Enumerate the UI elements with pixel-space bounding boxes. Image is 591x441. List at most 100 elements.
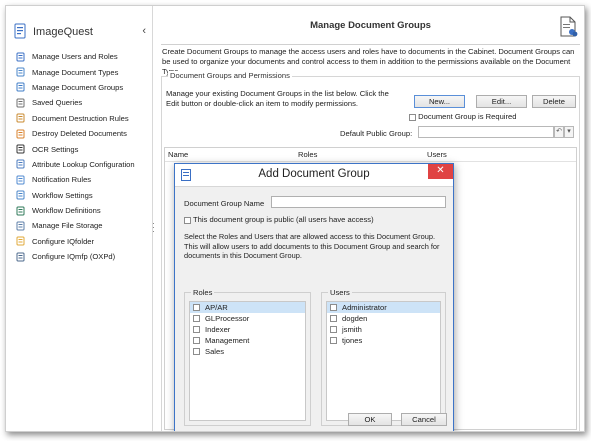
workflow-definitions-icon [16,206,26,216]
iqfolder-icon [16,236,26,246]
sidebar-item-destroy-documents[interactable]: Destroy Deleted Documents [16,126,150,141]
destroy-documents-icon [16,129,26,139]
user-list-item[interactable]: dogden [327,313,440,324]
sidebar: ImageQuest ‹ Manage Users and Roles Manag… [6,6,153,431]
role-label: AP/AR [205,303,228,312]
header-divider [161,44,580,45]
delete-button[interactable]: Delete [532,95,576,108]
page-title: Manage Document Groups [310,20,431,31]
role-checkbox[interactable] [193,304,200,311]
public-label: This document group is public (all users… [192,215,374,224]
attribute-lookup-icon [16,159,26,169]
group-name-input[interactable] [271,196,446,208]
sidebar-item-label: Manage File Storage [32,221,103,231]
sidebar-item-label: Saved Queries [32,98,83,108]
ok-button[interactable]: OK [348,413,392,426]
group-box-legend: Document Groups and Permissions [168,71,292,80]
sidebar-item-label: Manage Users and Roles [32,52,118,62]
role-list-item[interactable]: AP/AR [190,302,305,313]
collapse-sidebar-icon[interactable]: ‹ [142,25,146,37]
user-label: dogden [342,314,368,323]
cancel-button[interactable]: Cancel [401,413,447,426]
sidebar-item-document-types[interactable]: Manage Document Types [16,64,150,79]
document-types-icon [16,67,26,77]
user-list-item[interactable]: tjones [327,335,440,346]
document-groups-header-icon [560,16,578,37]
user-checkbox[interactable] [330,315,337,322]
roles-fieldset: Roles AP/AR GLProcessor Indexer Management S… [184,288,311,426]
reset-icon[interactable]: ↶ [554,126,564,138]
role-checkbox[interactable] [193,326,200,333]
sidebar-item-users[interactable]: Manage Users and Roles [16,49,150,64]
column-header-users[interactable]: Users [427,150,447,159]
sidebar-item-label: Configure IQfolder [32,236,95,246]
user-label: Administrator [342,303,387,312]
user-checkbox[interactable] [330,337,337,344]
destruction-rules-icon [16,113,26,123]
users-fieldset: Users Administrator dogden jsmith tjones [321,288,446,426]
instructions-text: Manage your existing Document Groups in … [166,89,389,108]
sidebar-item-file-storage[interactable]: Manage File Storage [16,218,150,233]
sidebar-item-label: Destroy Deleted Documents [32,129,127,139]
user-label: tjones [342,336,363,345]
role-checkbox[interactable] [193,315,200,322]
dialog-titlebar: Add Document Group ✕ [175,164,453,187]
user-checkbox[interactable] [330,304,337,311]
workflow-settings-icon [16,190,26,200]
sidebar-item-label: Workflow Settings [32,190,93,200]
role-list-item[interactable]: Indexer [190,324,305,335]
group-name-label: Document Group Name [184,199,265,208]
imagequest-logo-icon [14,23,26,39]
sidebar-item-notification[interactable]: Notification Rules [16,172,150,187]
sidebar-item-saved-queries[interactable]: Saved Queries [16,95,150,110]
sidebar-item-label: Configure IQmfp (OXPd) [32,252,116,262]
sidebar-item-workflow-definitions[interactable]: Workflow Definitions [16,203,150,218]
roles-list: AP/AR GLProcessor Indexer Management Sales [189,301,306,421]
users-legend: Users [328,288,352,297]
column-header-name[interactable]: Name [168,150,188,159]
close-icon[interactable]: ✕ [428,164,453,179]
sidebar-item-iqfolder[interactable]: Configure IQfolder [16,234,150,249]
role-list-item[interactable]: GLProcessor [190,313,305,324]
sidebar-item-attribute-lookup[interactable]: Attribute Lookup Configuration [16,157,150,172]
required-label: Document Group is Required [418,112,517,121]
notification-icon [16,175,26,185]
chevron-down-icon[interactable]: ▾ [564,126,574,138]
sidebar-item-document-groups[interactable]: Manage Document Groups [16,80,150,95]
default-public-group-select[interactable] [418,126,554,138]
user-label: jsmith [342,325,362,334]
roles-legend: Roles [191,288,215,297]
role-checkbox[interactable] [193,348,200,355]
file-storage-icon [16,221,26,231]
sidebar-item-ocr[interactable]: OCR Settings [16,141,150,156]
role-checkbox[interactable] [193,337,200,344]
sidebar-item-label: Attribute Lookup Configuration [32,159,135,169]
default-public-group-label: Default Public Group: [340,129,413,138]
role-list-item[interactable]: Management [190,335,305,346]
sidebar-item-iqmfp[interactable]: Configure IQmfp (OXPd) [16,249,150,264]
user-list-item[interactable]: jsmith [327,324,440,335]
role-label: Indexer [205,325,231,334]
required-checkbox[interactable] [409,113,416,121]
user-list-item[interactable]: Administrator [327,302,440,313]
column-header-roles[interactable]: Roles [298,150,317,159]
new-button[interactable]: New... [414,95,465,108]
dialog-body: Document Group Name This document group … [175,187,453,431]
sidebar-item-workflow-settings[interactable]: Workflow Settings [16,188,150,203]
users-list: Administrator dogden jsmith tjones [326,301,441,421]
required-row: Document Group is Required [409,112,516,121]
sidebar-item-destruction-rules[interactable]: Document Destruction Rules [16,111,150,126]
dialog-hint: Select the Roles and Users that are allo… [184,232,440,260]
user-checkbox[interactable] [330,326,337,333]
role-label: GLProcessor [205,314,250,323]
app-window: ImageQuest ‹ Manage Users and Roles Manag… [5,5,585,432]
sidebar-header: ImageQuest ‹ [14,22,146,44]
role-list-item[interactable]: Sales [190,346,305,357]
public-row: This document group is public (all users… [184,215,374,224]
sidebar-item-label: Manage Document Groups [32,82,124,92]
role-label: Management [205,336,250,345]
iqmfp-icon [16,252,26,262]
edit-button[interactable]: Edit... [476,95,527,108]
public-checkbox[interactable] [184,216,191,224]
document-groups-icon [16,82,26,92]
